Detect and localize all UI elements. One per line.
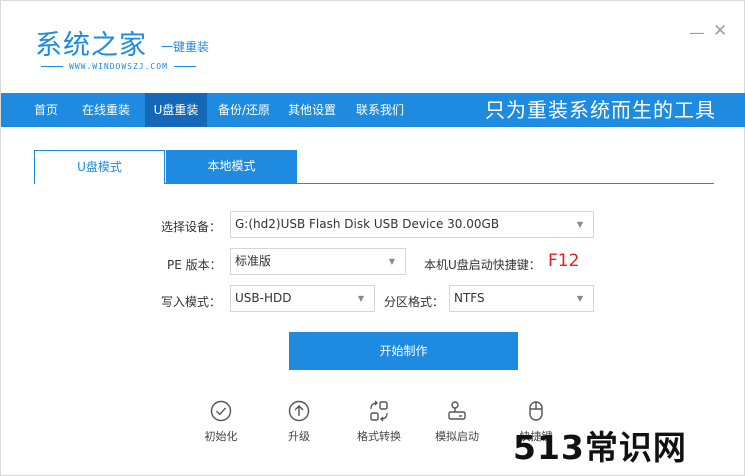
hotkey-label: 本机U盘启动快捷键： xyxy=(424,258,541,272)
device-value: G:(hd2)USB Flash Disk USB Device 30.00GB xyxy=(235,217,500,231)
nav-item-backup-restore[interactable]: 备份/还原 xyxy=(211,93,277,127)
chevron-down-icon: ▼ xyxy=(357,294,364,303)
logo-title: 系统之家 xyxy=(35,30,147,61)
partition-format-value: NTFS xyxy=(454,291,485,305)
pe-version-value: 标准版 xyxy=(235,254,272,268)
tool-upgrade-label: 升级 xyxy=(288,430,310,443)
minimize-button[interactable]: — xyxy=(689,23,705,42)
app-logo: 系统之家 一键重装 WWW.WINDOWSZJ.COM xyxy=(35,23,209,71)
app-window: 系统之家 一键重装 WWW.WINDOWSZJ.COM — ✕ 首页 在线重装 … xyxy=(0,0,745,476)
nav-item-home[interactable]: 首页 xyxy=(23,93,69,127)
logo-url-text: WWW.WINDOWSZJ.COM xyxy=(69,62,168,71)
logo-url: WWW.WINDOWSZJ.COM xyxy=(35,62,202,71)
nav-item-contact[interactable]: 联系我们 xyxy=(349,93,411,127)
tool-simulate-boot[interactable]: 模拟启动 xyxy=(427,400,487,444)
nav-item-usb-reinstall[interactable]: U盘重装 xyxy=(145,93,207,127)
device-label: 选择设备： xyxy=(161,220,222,234)
convert-icon xyxy=(370,400,388,422)
nav-item-online-reinstall[interactable]: 在线重装 xyxy=(75,93,137,127)
upgrade-icon xyxy=(288,400,310,422)
pe-version-select[interactable]: 标准版 ▼ xyxy=(230,248,406,275)
close-button[interactable]: ✕ xyxy=(713,21,727,41)
device-select[interactable]: G:(hd2)USB Flash Disk USB Device 30.00GB… xyxy=(230,211,594,238)
mouse-icon xyxy=(529,401,543,421)
simulate-boot-icon xyxy=(448,401,466,420)
chevron-down-icon: ▼ xyxy=(576,220,583,229)
pe-version-label: PE 版本： xyxy=(167,258,222,272)
write-mode-label: 写入模式： xyxy=(161,295,222,309)
tab-local-mode[interactable]: 本地模式 xyxy=(166,150,297,183)
start-make-button[interactable]: 开始制作 xyxy=(289,332,518,370)
partition-format-select[interactable]: NTFS ▼ xyxy=(449,285,594,312)
tool-format-convert-label: 格式转换 xyxy=(357,430,401,443)
chevron-down-icon: ▼ xyxy=(388,257,395,266)
tool-initialize-label: 初始化 xyxy=(204,430,238,443)
tab-usb-mode[interactable]: U盘模式 xyxy=(34,150,165,184)
nav-item-other-settings[interactable]: 其他设置 xyxy=(281,93,343,127)
write-mode-value: USB-HDD xyxy=(235,291,292,305)
hotkey-value: F12 xyxy=(548,251,580,271)
partition-format-label: 分区格式： xyxy=(384,295,445,309)
chevron-down-icon: ▼ xyxy=(576,294,583,303)
logo-subtitle: 一键重装 xyxy=(161,40,210,54)
tab-active-indicator xyxy=(35,182,164,185)
check-circle-icon xyxy=(210,400,232,422)
tool-upgrade[interactable]: 升级 xyxy=(269,400,329,444)
nav-slogan: 只为重装系统而生的工具 xyxy=(485,98,716,122)
tool-initialize[interactable]: 初始化 xyxy=(191,400,251,444)
nav-bar: 首页 在线重装 U盘重装 备份/还原 其他设置 联系我们 只为重装系统而生的工具 xyxy=(1,93,745,127)
tool-simulate-boot-label: 模拟启动 xyxy=(435,430,479,443)
watermark-text: 513常识网 xyxy=(513,428,687,467)
write-mode-select[interactable]: USB-HDD ▼ xyxy=(230,285,375,312)
tool-format-convert[interactable]: 格式转换 xyxy=(349,400,409,444)
